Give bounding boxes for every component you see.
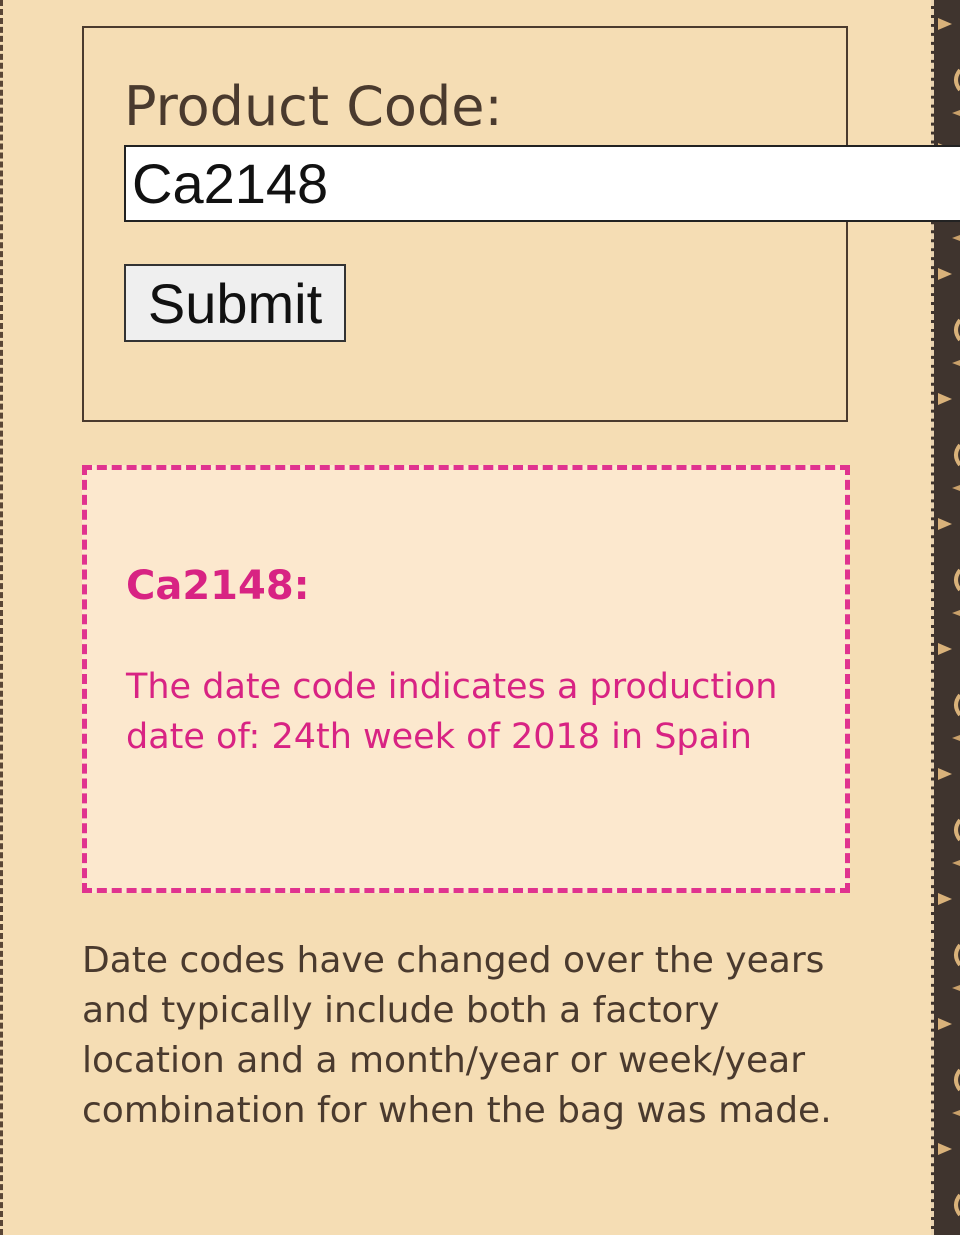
pattern-tick-mark [952,985,960,991]
pattern-arc-mark [954,693,960,717]
result-message: The date code indicates a production dat… [126,667,778,757]
pattern-tick-mark [952,360,960,366]
page-left-edge-border [0,0,3,1235]
date-code-info-paragraph: Date codes have changed over the years a… [82,940,832,1131]
pattern-tick-mark [952,110,960,116]
pattern-tick-mark [952,1110,960,1116]
pattern-arc-mark [954,443,960,467]
pattern-arc-mark [954,568,960,592]
pattern-arc-mark [954,1193,960,1217]
pattern-tick-mark [952,610,960,616]
pattern-arc-mark [954,68,960,92]
pattern-arc-mark [954,818,960,842]
pattern-arc-mark [954,943,960,967]
product-code-label: Product Code: [124,75,503,138]
submit-button[interactable]: Submit [124,264,346,342]
pattern-tick-mark [952,485,960,491]
pattern-triangle-mark [938,893,952,905]
result-code-heading: Ca2148: [126,563,310,609]
pattern-triangle-mark [938,268,952,280]
pattern-arc-mark [954,1068,960,1092]
pattern-tick-mark [952,860,960,866]
pattern-tick-mark [952,235,960,241]
pattern-triangle-mark [938,768,952,780]
pattern-tick-mark [952,735,960,741]
pattern-arc-mark [954,318,960,342]
pattern-triangle-mark [938,1018,952,1030]
pattern-triangle-mark [938,18,952,30]
product-code-input[interactable] [124,145,960,222]
pattern-triangle-mark [938,518,952,530]
pattern-triangle-mark [938,643,952,655]
pattern-triangle-mark [938,393,952,405]
pattern-triangle-mark [938,1143,952,1155]
